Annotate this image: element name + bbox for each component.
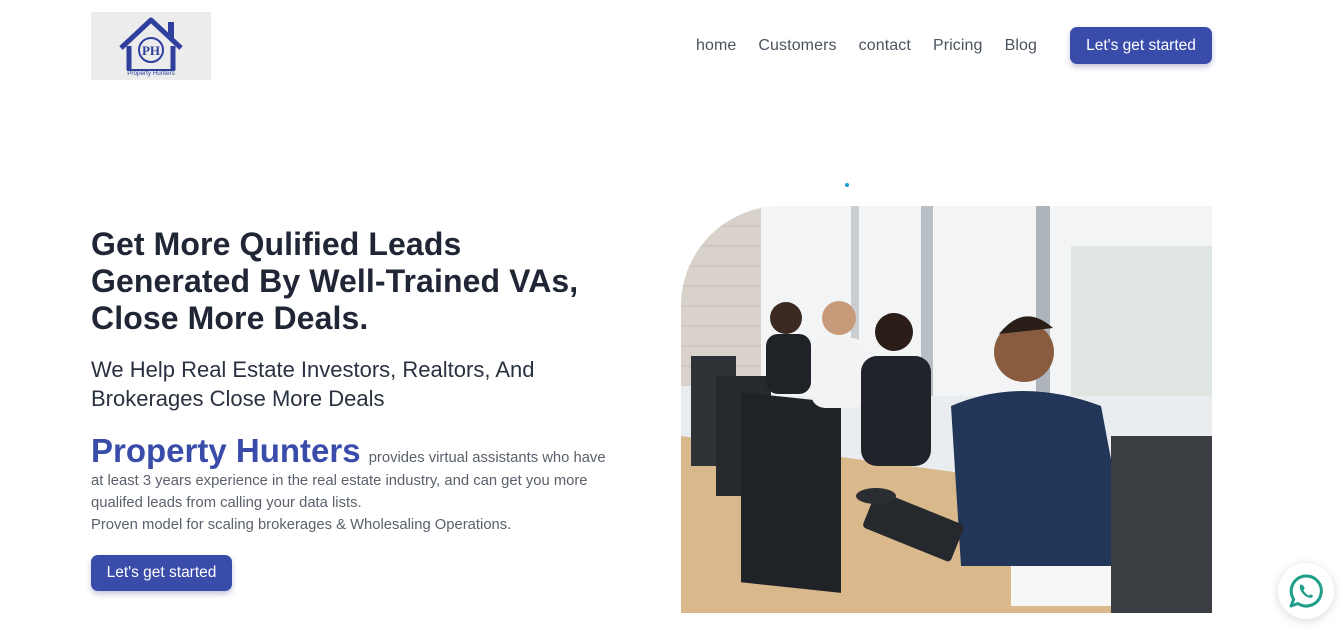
- hero-headline: Get More Qulified Leads Generated By Wel…: [91, 226, 631, 337]
- hero-get-started-button[interactable]: Let's get started: [91, 555, 232, 591]
- brand-name: Property Hunters: [91, 432, 361, 469]
- nav-home[interactable]: home: [696, 37, 736, 55]
- main-nav: home Customers contact Pricing Blog Let'…: [696, 27, 1212, 64]
- nav-pricing[interactable]: Pricing: [933, 37, 983, 55]
- nav-contact[interactable]: contact: [859, 37, 911, 55]
- whatsapp-button[interactable]: [1278, 563, 1334, 619]
- call-center-photo: [681, 206, 1212, 613]
- header-get-started-button[interactable]: Let's get started: [1070, 27, 1212, 64]
- site-logo[interactable]: PH Property Hunters: [91, 12, 211, 80]
- proof-line: Proven model for scaling brokerages & Wh…: [91, 517, 512, 533]
- nav-customers[interactable]: Customers: [758, 37, 836, 55]
- headline-line: Close More Deals.: [91, 300, 369, 336]
- hero-subheading: We Help Real Estate Investors, Realtors,…: [91, 355, 611, 413]
- headline-line: Get More Qulified Leads: [91, 226, 462, 262]
- hero-description: Property Hunters provides virtual assist…: [91, 432, 621, 536]
- decorative-dot: [845, 183, 849, 187]
- svg-text:PH: PH: [142, 43, 160, 58]
- house-logo-icon: PH Property Hunters: [119, 17, 183, 77]
- headline-line: Generated By Well-Trained VAs,: [91, 263, 579, 299]
- whatsapp-icon: [1289, 574, 1323, 608]
- subheading-line: Brokerages Close More Deals: [91, 386, 385, 411]
- subheading-line: We Help Real Estate Investors, Realtors,…: [91, 357, 535, 382]
- svg-text:Property Hunters: Property Hunters: [127, 70, 175, 77]
- nav-blog[interactable]: Blog: [1005, 37, 1037, 55]
